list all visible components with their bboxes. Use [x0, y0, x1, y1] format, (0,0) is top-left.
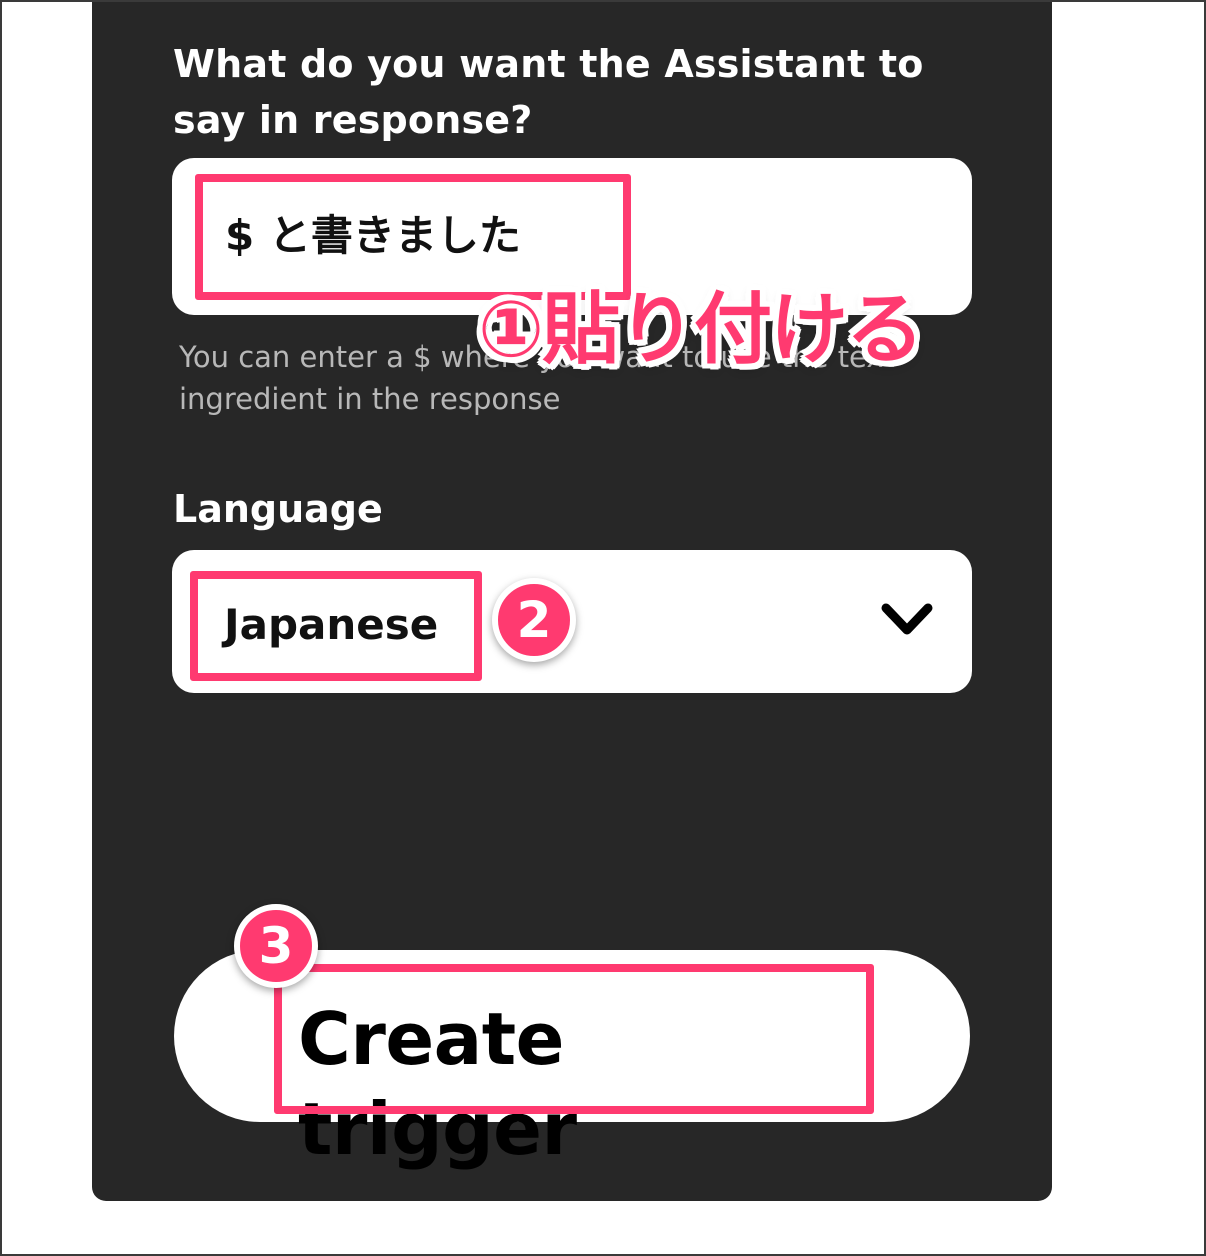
language-label: Language — [173, 487, 383, 531]
step2-badge: 2 — [492, 578, 576, 662]
step1-callout: ①貼り付ける — [478, 285, 924, 375]
create-trigger-label: Create trigger — [298, 997, 577, 1171]
language-selected-value: Japanese — [224, 600, 439, 649]
response-text-value: $ と書きました — [225, 211, 521, 260]
chevron-down-icon[interactable] — [878, 598, 936, 642]
response-prompt-label: What do you want the Assistant to say in… — [173, 42, 924, 142]
step3-badge: 3 — [234, 904, 318, 988]
